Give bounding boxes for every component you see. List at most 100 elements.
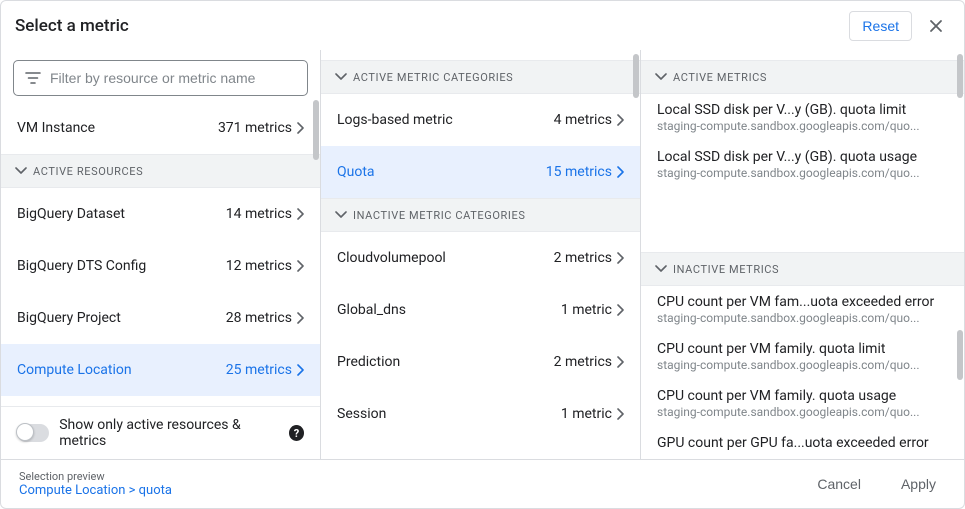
category-count: 15 metrics — [546, 164, 612, 180]
category-row[interactable]: Cloudvolumepool 2 metrics — [321, 232, 640, 284]
toggle-label: Show only active resources & metrics — [59, 417, 279, 449]
metric-row[interactable]: CPU count per VM family. quota limit sta… — [641, 333, 964, 380]
metric-row[interactable]: Local SSD disk per V...y (GB). quota usa… — [641, 141, 964, 188]
category-label: Logs-based metric — [337, 112, 453, 128]
category-count: 2 metrics — [554, 354, 612, 370]
active-only-toggle-row: Show only active resources & metrics ? — [1, 406, 320, 459]
resource-count: 12 metrics — [226, 258, 292, 274]
resource-row[interactable]: BigQuery DTS Config 12 metrics — [1, 240, 320, 292]
metric-title: CPU count per VM fam...uota exceeded err… — [657, 294, 948, 310]
cancel-button[interactable]: Cancel — [807, 470, 871, 498]
metric-title: Local SSD disk per V...y (GB). quota usa… — [657, 149, 948, 165]
metric-row[interactable]: CPU count per VM fam...uota exceeded err… — [641, 286, 964, 333]
resource-row[interactable]: Consumed API 13 metrics — [1, 396, 320, 406]
chevron-down-icon — [655, 265, 667, 273]
resource-count: 28 metrics — [226, 310, 292, 326]
scrollbar[interactable] — [633, 54, 639, 98]
resource-count: 25 metrics — [226, 362, 292, 378]
chevron-right-icon — [296, 260, 304, 272]
metric-title: CPU count per VM family. quota limit — [657, 341, 948, 357]
resources-list[interactable]: BigQuery Dataset 14 metrics BigQuery DTS… — [1, 188, 320, 406]
category-row[interactable]: Global_dns 1 metric — [321, 284, 640, 336]
category-label: Quota — [337, 164, 375, 180]
scrollbar[interactable] — [957, 54, 963, 98]
filter-icon — [25, 71, 41, 85]
active-categories-header[interactable]: ACTIVE METRIC CATEGORIES — [321, 60, 640, 94]
metric-row[interactable]: GPU count per GPU fa...uota exceeded err… — [641, 427, 964, 459]
chevron-right-icon — [296, 364, 304, 376]
chevron-right-icon — [616, 408, 624, 420]
chevron-right-icon — [616, 304, 624, 316]
resource-row-vm-instance[interactable]: VM Instance 371 metrics — [1, 102, 320, 154]
resource-label: BigQuery Dataset — [17, 206, 125, 222]
metric-title: CPU count per VM family. quota usage — [657, 388, 948, 404]
metrics-column: ACTIVE METRICS Local SSD disk per V...y … — [641, 50, 964, 459]
metric-row[interactable]: CPU count per VM family. quota usage sta… — [641, 380, 964, 427]
chevron-down-icon — [335, 73, 347, 81]
chevron-down-icon — [15, 167, 27, 175]
section-label: INACTIVE METRICS — [673, 263, 779, 276]
filter-wrap — [1, 50, 320, 102]
chevron-right-icon — [616, 252, 624, 264]
metric-row[interactable]: Local SSD disk per V...y (GB). quota lim… — [641, 94, 964, 141]
chevron-right-icon — [616, 114, 624, 126]
inactive-metrics-list[interactable]: CPU count per VM fam...uota exceeded err… — [641, 286, 964, 459]
category-row[interactable]: Logs-based metric 4 metrics — [321, 94, 640, 146]
active-resources-header[interactable]: ACTIVE RESOURCES — [1, 154, 320, 188]
metric-picker-dialog: Select a metric Reset VM Instance 371 me… — [0, 0, 965, 509]
category-label: Prediction — [337, 354, 400, 370]
scrollbar[interactable] — [313, 100, 319, 160]
chevron-right-icon — [616, 356, 624, 368]
category-row[interactable]: Session 1 metric — [321, 388, 640, 440]
section-label: ACTIVE RESOURCES — [33, 165, 143, 178]
chevron-right-icon — [296, 122, 304, 134]
category-count: 2 metrics — [554, 250, 612, 266]
selection-preview: Selection preview Compute Location > quo… — [19, 470, 787, 498]
active-only-toggle[interactable] — [17, 424, 49, 442]
metric-subtitle: staging-compute.sandbox.googleapis.com/q… — [657, 405, 948, 419]
close-icon — [928, 18, 944, 34]
resource-count: 371 metrics — [218, 120, 292, 136]
category-row-selected[interactable]: Quota 15 metrics — [321, 146, 640, 198]
preview-path: Compute Location > quota — [19, 483, 787, 498]
metric-subtitle: staging-compute.sandbox.googleapis.com/q… — [657, 358, 948, 372]
inactive-categories-list[interactable]: Cloudvolumepool 2 metrics Global_dns 1 m… — [321, 232, 640, 459]
resource-label: BigQuery DTS Config — [17, 258, 146, 274]
dialog-title: Select a metric — [15, 16, 839, 36]
inactive-metrics-header[interactable]: INACTIVE METRICS — [641, 252, 964, 286]
dialog-header: Select a metric Reset — [1, 1, 964, 49]
category-label: Global_dns — [337, 302, 406, 318]
reset-button[interactable]: Reset — [849, 11, 912, 41]
chevron-right-icon — [296, 208, 304, 220]
dialog-footer: Selection preview Compute Location > quo… — [1, 459, 964, 508]
apply-button[interactable]: Apply — [891, 470, 946, 498]
active-metrics-header[interactable]: ACTIVE METRICS — [641, 60, 964, 94]
scrollbar[interactable] — [957, 330, 963, 380]
metric-subtitle: staging-compute.sandbox.googleapis.com/q… — [657, 119, 948, 133]
resources-column: VM Instance 371 metrics ACTIVE RESOURCES… — [1, 50, 321, 459]
resource-row[interactable]: BigQuery Dataset 14 metrics — [1, 188, 320, 240]
resource-count: 14 metrics — [226, 206, 292, 222]
category-count: 1 metric — [561, 302, 612, 318]
category-row[interactable]: Prediction 2 metrics — [321, 336, 640, 388]
resource-row-selected[interactable]: Compute Location 25 metrics — [1, 344, 320, 396]
chevron-down-icon — [335, 211, 347, 219]
resource-label: VM Instance — [17, 120, 95, 136]
section-label: ACTIVE METRICS — [673, 71, 767, 84]
close-button[interactable] — [922, 12, 950, 40]
category-count: 1 metric — [561, 406, 612, 422]
category-count: 4 metrics — [554, 112, 612, 128]
inactive-categories-header[interactable]: INACTIVE METRIC CATEGORIES — [321, 198, 640, 232]
chevron-right-icon — [296, 312, 304, 324]
categories-column: ACTIVE METRIC CATEGORIES Logs-based metr… — [321, 50, 641, 459]
metric-subtitle: staging-compute.sandbox.googleapis.com/q… — [657, 166, 948, 180]
help-icon[interactable]: ? — [289, 425, 304, 441]
filter-input[interactable] — [13, 60, 308, 96]
chevron-down-icon — [655, 73, 667, 81]
resource-label: Compute Location — [17, 362, 132, 378]
category-label: Session — [337, 406, 386, 422]
resource-row[interactable]: BigQuery Project 28 metrics — [1, 292, 320, 344]
metric-title: Local SSD disk per V...y (GB). quota lim… — [657, 102, 948, 118]
columns: VM Instance 371 metrics ACTIVE RESOURCES… — [1, 49, 964, 459]
metric-subtitle: staging-compute.sandbox.googleapis.com/q… — [657, 311, 948, 325]
